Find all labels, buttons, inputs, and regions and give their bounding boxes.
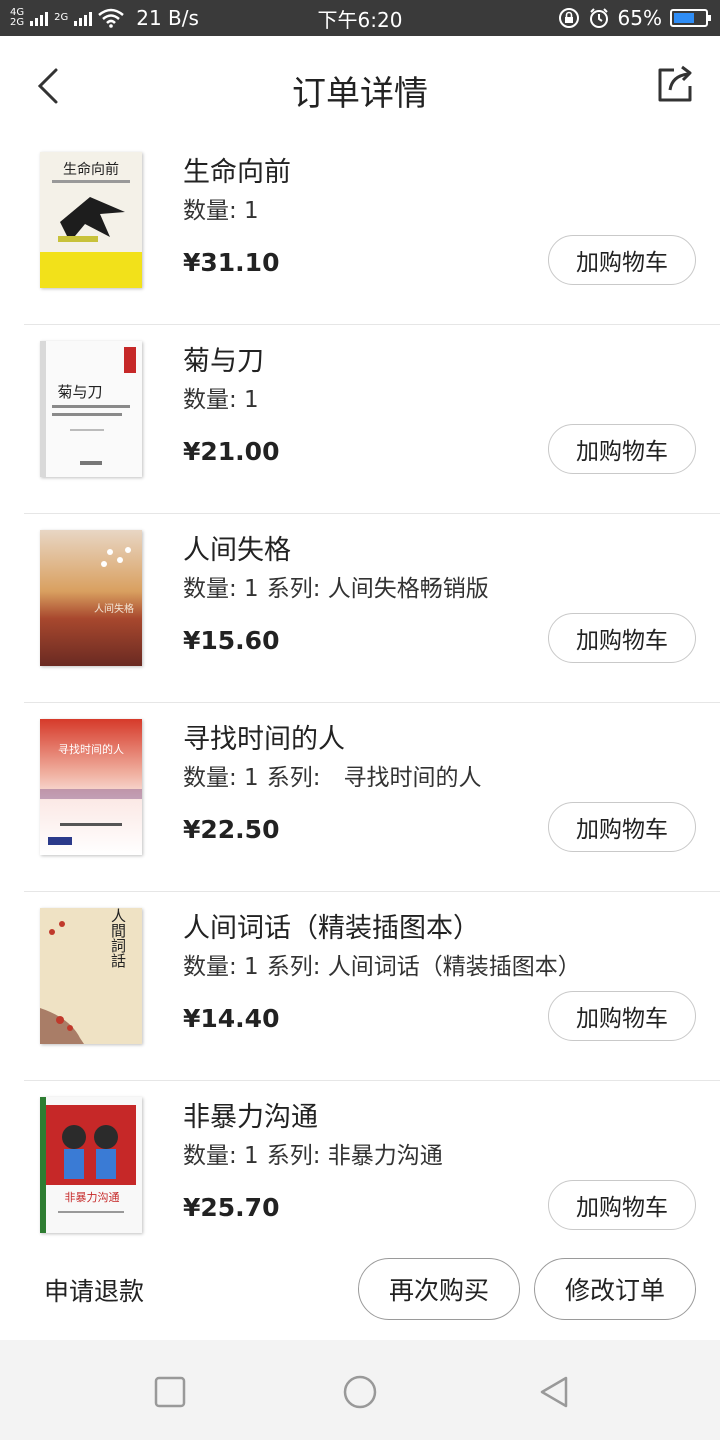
book-cover[interactable]: 菊与刀	[40, 341, 142, 477]
share-icon	[658, 65, 692, 102]
network-speed: 21 B/s	[136, 6, 199, 30]
battery-percent: 65%	[617, 6, 662, 30]
back-nav-button[interactable]	[536, 1374, 572, 1410]
cover-title: 非暴力沟通	[65, 1191, 120, 1204]
add-to-cart-button[interactable]: 加购物车	[548, 1180, 696, 1230]
book-title[interactable]: 人间词话（精装插图本）	[183, 906, 480, 945]
book-title[interactable]: 菊与刀	[183, 339, 264, 378]
rebuy-button[interactable]: 再次购买	[358, 1258, 520, 1320]
book-meta: 数量: 1 系列: 人间词话（精装插图本）	[183, 947, 581, 981]
page-title: 订单详情	[292, 74, 428, 114]
order-item-list: 生命向前 生命向前 数量: 1 ¥31.10 加购物车 菊与刀 菊与刀 数量: …	[0, 136, 720, 1270]
status-left: 4G 2G 2G 21 B/s	[0, 6, 199, 30]
book-cover[interactable]: 人间失格	[40, 530, 142, 666]
cover-title: 生命向前	[63, 161, 119, 178]
rotation-lock-icon	[558, 8, 579, 28]
network2-label: 2G	[54, 12, 69, 23]
order-item[interactable]: 人間詞話 人间词话（精装插图本） 数量: 1 系列: 人间词话（精装插图本） ¥1…	[0, 892, 720, 1081]
triangle-back-icon	[540, 1376, 568, 1408]
book-title[interactable]: 生命向前	[183, 150, 291, 189]
price: ¥15.60	[183, 626, 280, 655]
battery-icon	[670, 9, 711, 27]
battery-fill	[674, 13, 694, 23]
price: ¥22.50	[183, 815, 280, 844]
cover-title: 菊与刀	[57, 383, 102, 401]
recent-apps-button[interactable]	[152, 1374, 188, 1410]
system-nav-bar	[0, 1340, 720, 1440]
book-cover[interactable]: 非暴力沟通	[40, 1097, 142, 1233]
order-item[interactable]: 寻找时间的人 寻找时间的人 数量: 1 系列: 寻找时间的人 ¥22.50 加购物…	[0, 703, 720, 892]
order-item[interactable]: 生命向前 生命向前 数量: 1 ¥31.10 加购物车	[0, 136, 720, 325]
status-right: 65%	[558, 0, 711, 36]
quantity-label: 数量: 1	[183, 1143, 259, 1169]
book-meta: 数量: 1 系列: 非暴力沟通	[183, 1136, 443, 1170]
add-to-cart-button[interactable]: 加购物车	[548, 424, 696, 474]
circle-home-icon	[343, 1375, 377, 1409]
price: ¥31.10	[183, 248, 280, 277]
modify-order-button[interactable]: 修改订单	[534, 1258, 696, 1320]
signal2-icon	[74, 10, 93, 26]
book-cover[interactable]: 人間詞話	[40, 908, 142, 1044]
home-button[interactable]	[342, 1374, 378, 1410]
book-meta: 数量: 1 系列: 寻找时间的人	[183, 758, 481, 792]
status-bar: 4G 2G 2G 21 B/s 下午6:20 65%	[0, 0, 720, 36]
add-to-cart-button[interactable]: 加购物车	[548, 991, 696, 1041]
book-title[interactable]: 非暴力沟通	[183, 1095, 318, 1134]
series-label: 系列: 人间失格畅销版	[266, 576, 489, 602]
network-bottom-label: 2G	[10, 17, 25, 28]
series-label: 系列: 寻找时间的人	[266, 765, 482, 791]
add-to-cart-button[interactable]: 加购物车	[548, 235, 696, 285]
cover-title: 人间失格	[94, 602, 134, 615]
wifi-icon	[98, 8, 125, 28]
price: ¥21.00	[183, 437, 280, 466]
quantity-label: 数量: 1	[183, 387, 259, 413]
add-to-cart-button[interactable]: 加购物车	[548, 802, 696, 852]
price: ¥14.40	[183, 1004, 280, 1033]
quantity-label: 数量: 1	[183, 954, 259, 980]
share-button[interactable]	[654, 62, 698, 106]
book-cover[interactable]: 生命向前	[40, 152, 142, 288]
cover-title: 人間詞話	[109, 908, 127, 968]
cover-title: 寻找时间的人	[58, 742, 124, 756]
quantity-label: 数量: 1	[183, 765, 259, 791]
book-cover[interactable]: 寻找时间的人	[40, 719, 142, 855]
square-recent-apps-icon	[154, 1376, 186, 1408]
book-meta: 数量: 1 系列: 人间失格畅销版	[183, 569, 489, 603]
header: 订单详情	[0, 36, 720, 136]
book-meta: 数量: 1	[183, 380, 267, 414]
quantity-label: 数量: 1	[183, 576, 259, 602]
quantity-label: 数量: 1	[183, 198, 259, 224]
book-title[interactable]: 寻找时间的人	[183, 717, 345, 756]
order-action-bar: 申请退款 再次购买 修改订单	[0, 1240, 720, 1340]
price: ¥25.70	[183, 1193, 280, 1222]
add-to-cart-button[interactable]: 加购物车	[548, 613, 696, 663]
order-item[interactable]: 人间失格 人间失格 数量: 1 系列: 人间失格畅销版 ¥15.60 加购物车	[0, 514, 720, 703]
network-type: 4G 2G	[10, 8, 24, 28]
order-item[interactable]: 菊与刀 菊与刀 数量: 1 ¥21.00 加购物车	[0, 325, 720, 514]
book-title[interactable]: 人间失格	[183, 528, 291, 567]
series-label: 系列: 人间词话（精装插图本）	[266, 954, 581, 980]
refund-link[interactable]: 申请退款	[44, 1272, 144, 1308]
signal-icon	[30, 10, 49, 26]
alarm-icon	[589, 8, 608, 28]
book-meta: 数量: 1	[183, 191, 267, 225]
series-label: 系列: 非暴力沟通	[266, 1143, 443, 1169]
